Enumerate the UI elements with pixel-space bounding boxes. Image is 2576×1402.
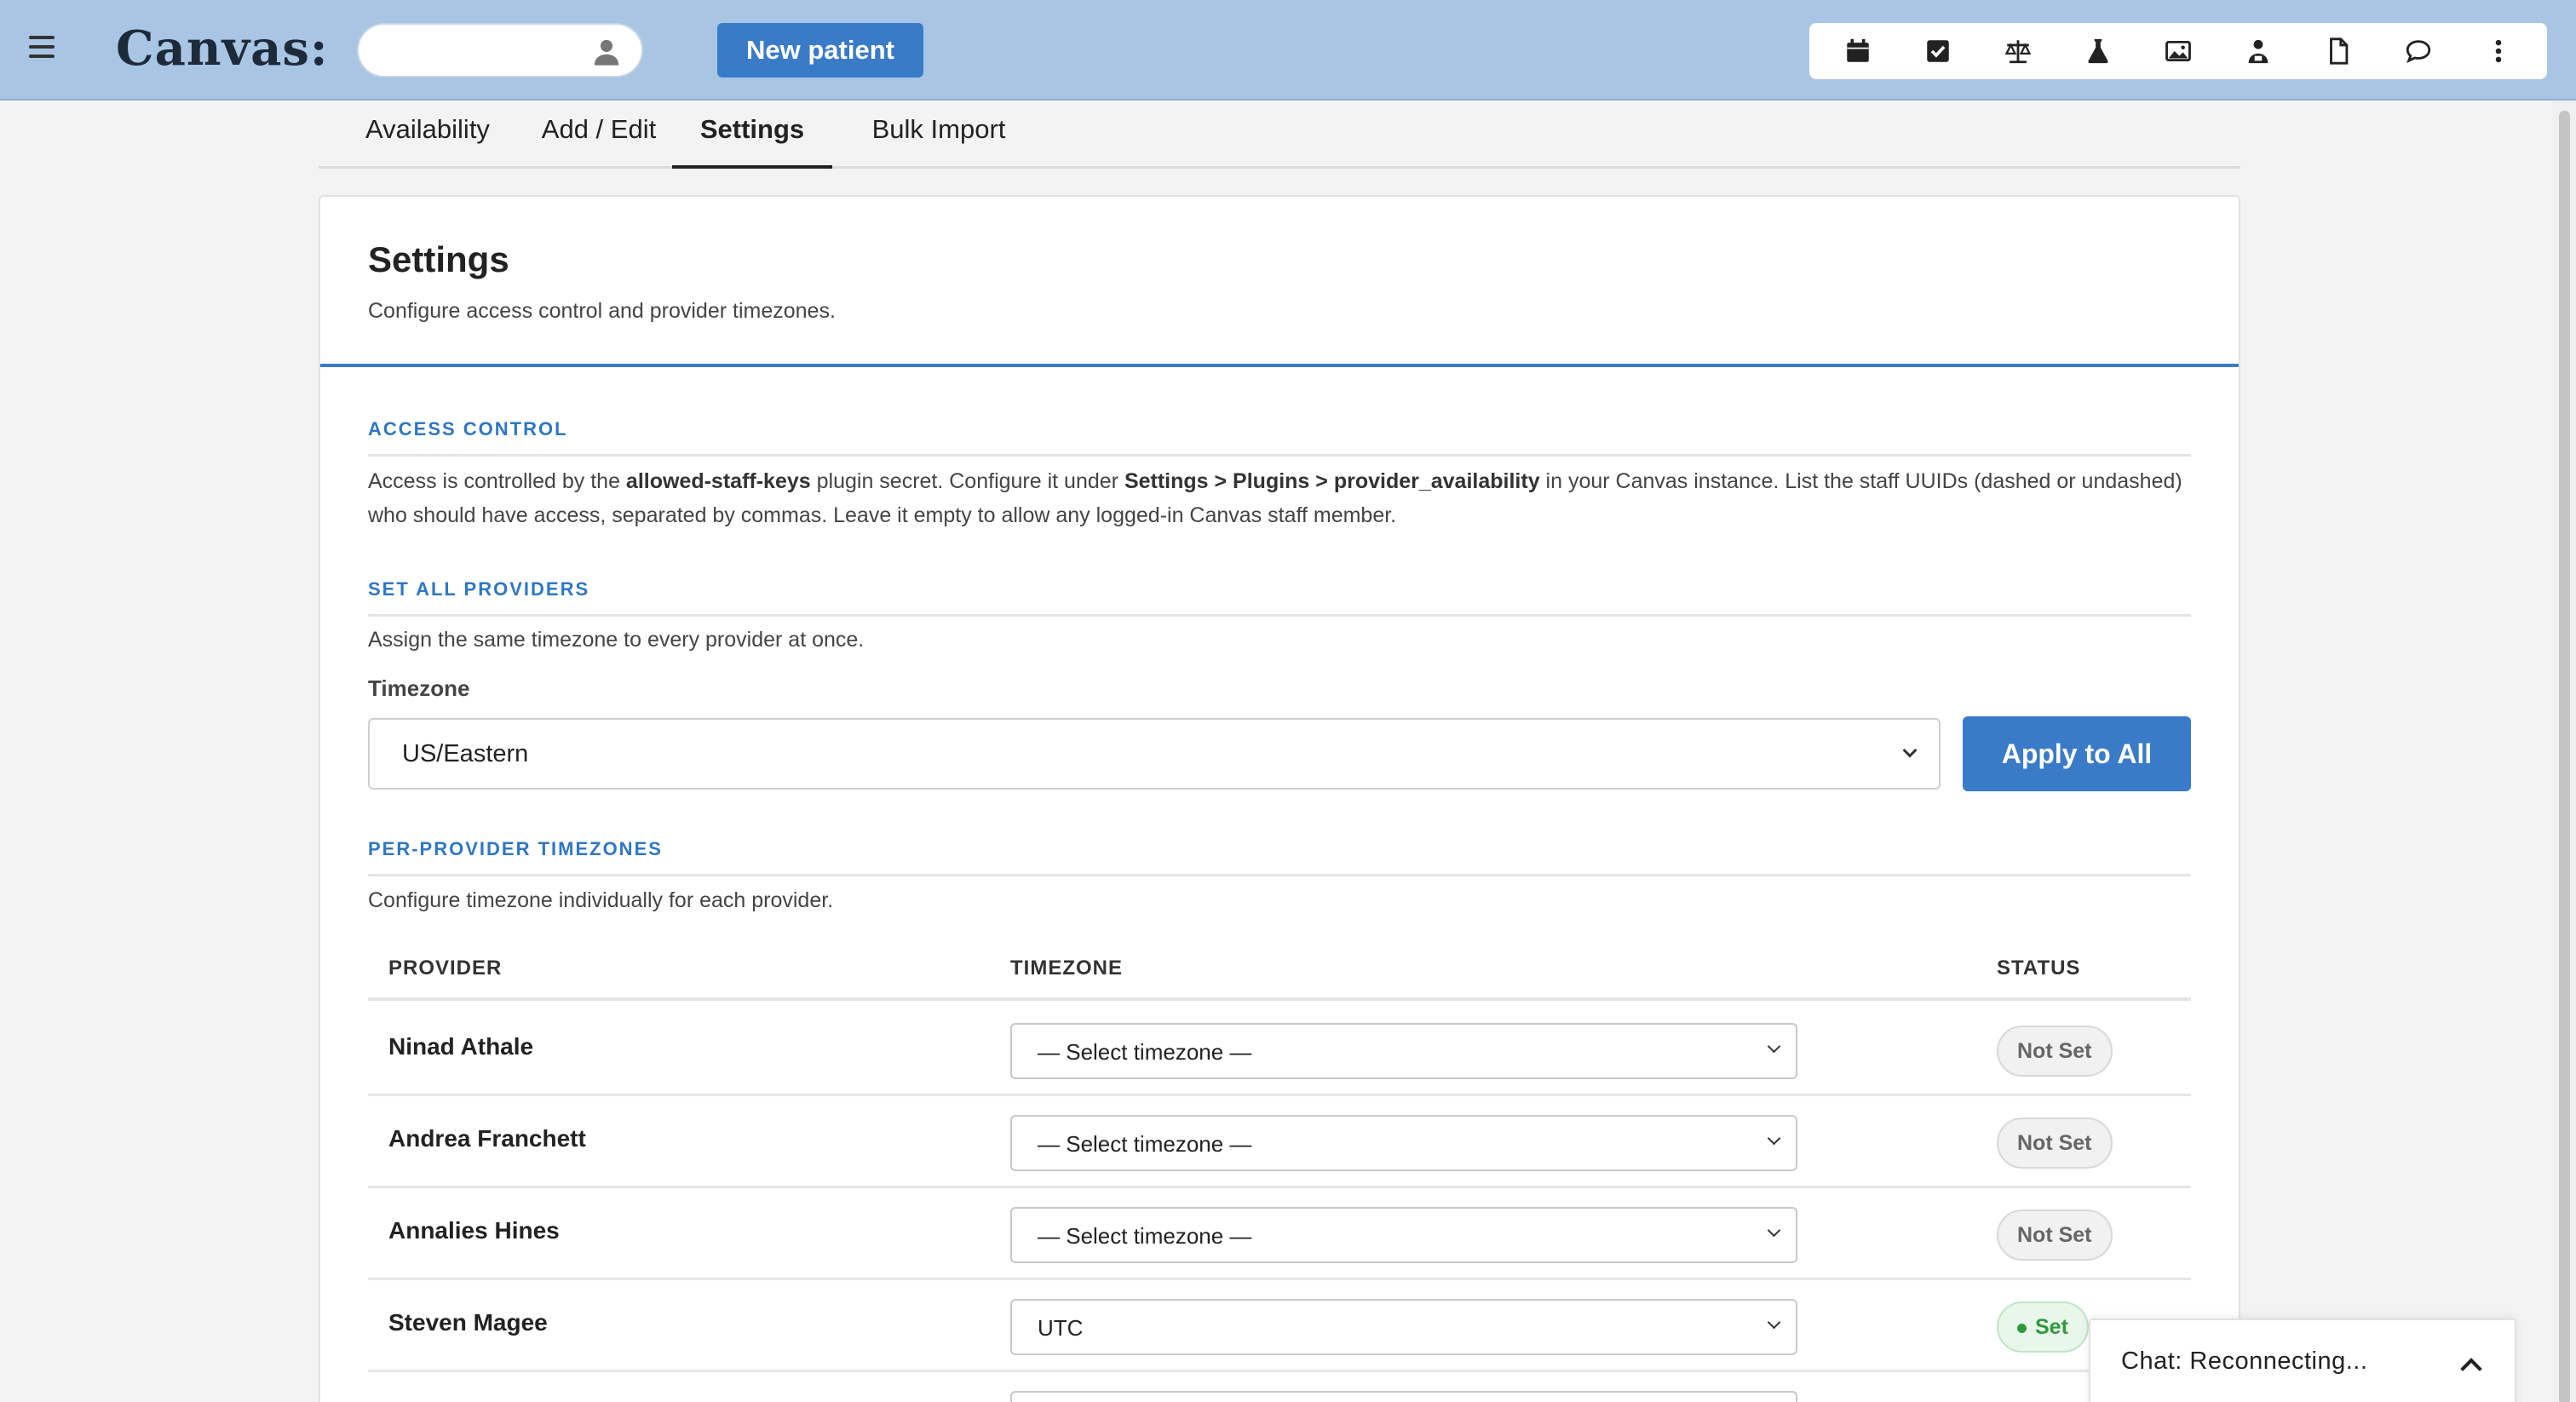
apply-to-all-button[interactable]: Apply to All: [1963, 716, 2191, 791]
hamburger-menu-icon[interactable]: [29, 36, 55, 58]
provider-name: Steven Magee: [388, 1309, 548, 1336]
settings-card-header: Settings Configure access control and pr…: [320, 197, 2239, 367]
tab-settings[interactable]: Settings: [672, 102, 832, 169]
per-provider-description: Configure timezone individually for each…: [368, 888, 834, 912]
scrollbar-thumb[interactable]: [2559, 111, 2570, 1402]
access-control-description: Access is controlled by the allowed-staf…: [368, 464, 2191, 532]
provider-timezone-value: — Select timezone —: [1038, 1039, 1252, 1065]
scale-icon[interactable]: [1999, 32, 2037, 70]
calendar-icon[interactable]: [1839, 32, 1877, 70]
status-badge: Not Set: [1997, 1210, 2113, 1261]
tab-bulk-import[interactable]: Bulk Import: [843, 102, 1034, 169]
chevron-down-icon: [1767, 1223, 1781, 1238]
new-patient-button[interactable]: New patient: [717, 23, 923, 78]
all-providers-timezone-select[interactable]: US/Eastern: [368, 718, 1941, 790]
status-badge-label: Set: [2035, 1315, 2068, 1339]
page-subtitle: Configure access control and provider ti…: [368, 299, 836, 323]
table-row: [368, 1372, 2191, 1402]
tab-availability[interactable]: Availability: [342, 102, 513, 169]
table-row: Steven Magee UTC Set: [368, 1280, 2191, 1372]
chevron-down-icon: [1767, 1315, 1781, 1330]
chevron-up-icon[interactable]: [2460, 1358, 2482, 1380]
status-badge-set: Set: [1997, 1301, 2089, 1353]
status-badge: Not Set: [1997, 1118, 2113, 1169]
provider-timezone-select[interactable]: [1010, 1391, 1797, 1402]
tab-add-edit[interactable]: Add / Edit: [523, 102, 675, 169]
page-title: Settings: [368, 239, 509, 279]
page-tabs: Availability Add / Edit Settings Bulk Im…: [319, 102, 2240, 169]
chat-widget[interactable]: Chat: Reconnecting...: [2089, 1319, 2516, 1402]
provider-table-header: PROVIDER TIMEZONE STATUS: [368, 946, 2191, 1001]
chevron-down-icon: [1767, 1039, 1781, 1054]
provider-timezone-select[interactable]: — Select timezone —: [1010, 1115, 1797, 1171]
set-all-providers-heading: SET ALL PROVIDERS: [368, 578, 2191, 617]
column-header-status: STATUS: [1997, 957, 2081, 980]
status-dot-icon: [2017, 1323, 2027, 1333]
allowed-staff-keys-label: allowed-staff-keys: [625, 469, 811, 493]
patient-search-input[interactable]: [357, 23, 643, 78]
column-header-provider: PROVIDER: [388, 957, 503, 980]
provider-timezone-select[interactable]: — Select timezone —: [1010, 1023, 1797, 1079]
document-icon[interactable]: [2320, 32, 2357, 70]
status-badge: Not Set: [1997, 1026, 2113, 1077]
timezone-label: Timezone: [368, 675, 470, 701]
more-vertical-icon[interactable]: [2480, 32, 2517, 70]
table-row: Ninad Athale — Select timezone — Not Set: [368, 1004, 2191, 1096]
page-scrollbar[interactable]: [2552, 101, 2576, 1402]
provider-name: Ninad Athale: [388, 1033, 534, 1060]
chat-bubble-icon[interactable]: [2400, 32, 2437, 70]
flask-icon[interactable]: [2079, 32, 2117, 70]
access-text-2: plugin secret. Configure it under: [810, 469, 1124, 493]
settings-card: Settings Configure access control and pr…: [319, 195, 2240, 1402]
chevron-down-icon: [1767, 1131, 1781, 1146]
provider-name: Annalies Hines: [388, 1217, 560, 1244]
selected-timezone-value: US/Eastern: [402, 740, 529, 767]
chevron-down-icon: [1902, 743, 1918, 758]
table-row: Andrea Franchett — Select timezone — Not…: [368, 1096, 2191, 1188]
provider-timezone-value: — Select timezone —: [1038, 1223, 1252, 1249]
access-control-heading: ACCESS CONTROL: [368, 418, 2191, 457]
top-navigation-bar: Canvas: New patient: [0, 0, 2576, 101]
chat-status-label: Chat: Reconnecting...: [2121, 1347, 2368, 1375]
provider-timezone-select[interactable]: UTC: [1010, 1299, 1797, 1355]
provider-name: Andrea Franchett: [388, 1125, 586, 1152]
per-provider-heading: PER-PROVIDER TIMEZONES: [368, 838, 2191, 876]
access-text-1: Access is controlled by the: [368, 469, 626, 493]
user-group-icon[interactable]: [2240, 32, 2277, 70]
plugin-settings-path: Settings > Plugins > provider_availabili…: [1124, 469, 1540, 493]
column-header-timezone: TIMEZONE: [1010, 957, 1123, 980]
quick-actions-toolbar: [1809, 23, 2547, 79]
table-row: Annalies Hines — Select timezone — Not S…: [368, 1188, 2191, 1280]
checkbox-icon[interactable]: [1919, 32, 1957, 70]
set-all-description: Assign the same timezone to every provid…: [368, 628, 865, 652]
provider-timezone-select[interactable]: — Select timezone —: [1010, 1207, 1797, 1263]
provider-timezone-value: UTC: [1038, 1315, 1084, 1341]
person-icon: [594, 39, 619, 66]
image-icon[interactable]: [2159, 32, 2197, 70]
provider-timezone-value: — Select timezone —: [1038, 1131, 1252, 1157]
app-logo[interactable]: Canvas:: [116, 20, 329, 77]
